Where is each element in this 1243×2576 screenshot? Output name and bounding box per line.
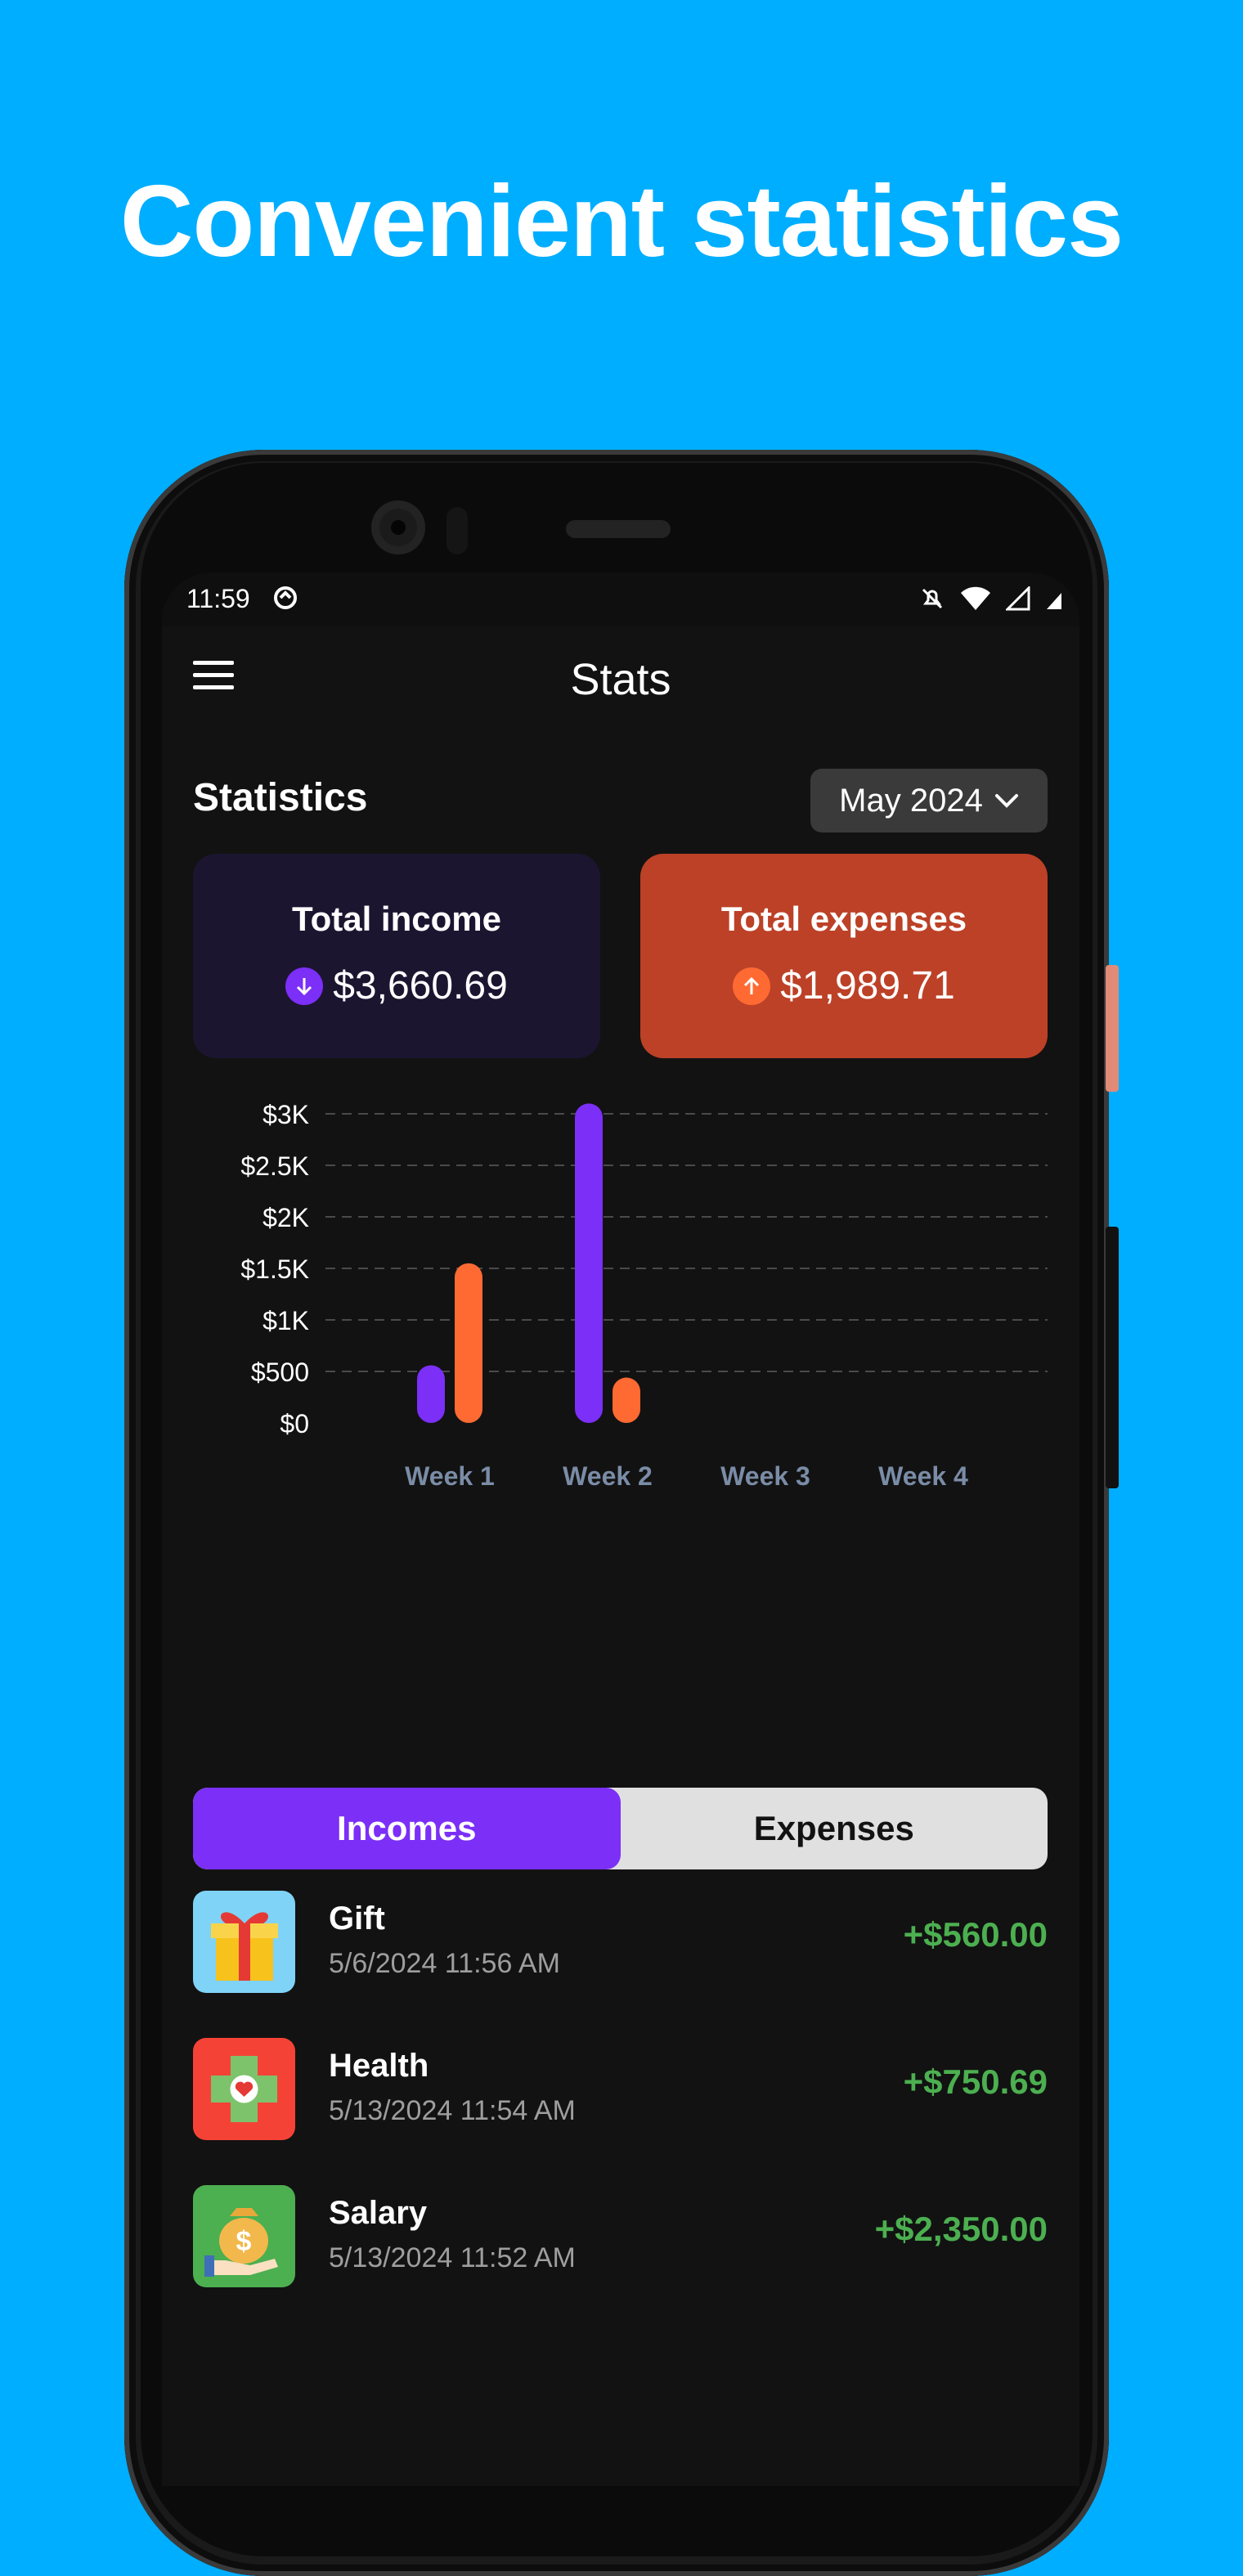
total-expenses-card: Total expenses $1,989.71 (640, 854, 1048, 1058)
y-tick-label: $1.5K (240, 1254, 309, 1284)
status-bar: 11:59 (162, 572, 1079, 626)
wifi-icon (961, 586, 990, 610)
expense-bar (613, 1377, 640, 1423)
month-selector[interactable]: May 2024 (810, 769, 1048, 832)
transaction-name: Gift (329, 1901, 385, 1936)
list-item[interactable]: Gift 5/6/2024 11:56 AM +$560.00 (193, 1891, 1048, 2038)
gift-icon (193, 1891, 295, 1993)
page-title: Stats (570, 655, 671, 704)
x-tick-label: Week 1 (405, 1461, 495, 1491)
x-tick-label: Week 4 (878, 1461, 968, 1491)
total-income-label: Total income (292, 900, 501, 938)
x-tick-label: Week 2 (563, 1461, 653, 1491)
y-tick-label: $2K (263, 1203, 309, 1232)
chevron-down-icon (994, 794, 1018, 808)
list-item[interactable]: Health 5/13/2024 11:54 AM +$750.69 (193, 2038, 1048, 2185)
expense-bar (455, 1263, 482, 1423)
x-tick-label: Week 3 (720, 1461, 810, 1491)
cellular-signal-icon (1006, 586, 1030, 611)
transaction-date: 5/13/2024 11:54 AM (329, 2095, 576, 2126)
y-tick-label: $500 (251, 1358, 309, 1387)
y-tick-label: $1K (263, 1306, 309, 1335)
y-tick-label: $0 (280, 1409, 309, 1438)
sync-icon (274, 586, 297, 609)
income-bar (575, 1103, 603, 1423)
income-bar (417, 1365, 445, 1423)
y-tick-label: $3K (263, 1100, 309, 1129)
total-expenses-label: Total expenses (720, 900, 967, 938)
weekly-bar-chart: $0 $500 $1K $1.5K $2K $2.5K $3K Week 1 Week 2 Wee… (240, 1100, 1048, 1491)
power-button (1106, 1227, 1119, 1488)
earpiece-speaker (566, 520, 671, 538)
transaction-amount: +$2,350.00 (874, 2210, 1048, 2248)
list-item[interactable]: $ Salary 5/13/2024 11:52 AM +$2,350.00 (193, 2185, 1048, 2332)
arrow-up-icon (733, 967, 771, 1005)
transaction-list: Gift 5/6/2024 11:56 AM +$560.00 Health 5… (193, 1891, 1048, 2332)
income-expense-toggle: Incomes Expenses (193, 1788, 1048, 1869)
salary-icon: $ (193, 2185, 295, 2287)
y-tick-label: $2.5K (240, 1151, 309, 1181)
statistics-heading: Statistics (193, 776, 368, 819)
front-camera (371, 500, 425, 554)
status-time: 11:59 (186, 584, 250, 613)
notifications-off-icon (922, 588, 943, 609)
transaction-name: Health (329, 2048, 429, 2084)
transaction-date: 5/13/2024 11:52 AM (329, 2242, 576, 2273)
app-screen: 11:59 Stats Statistics May 2024 Total in… (162, 572, 1079, 2486)
tab-expenses[interactable]: Expenses (621, 1788, 1048, 1869)
battery-icon (1047, 593, 1061, 609)
transaction-amount: +$750.69 (903, 2062, 1048, 2101)
month-selector-value: May 2024 (839, 782, 983, 819)
transaction-amount: +$560.00 (903, 1915, 1048, 1954)
svg-text:$: $ (236, 2226, 252, 2257)
transaction-date: 5/6/2024 11:56 AM (329, 1948, 560, 1979)
tab-incomes[interactable]: Incomes (193, 1788, 621, 1869)
proximity-sensor (446, 507, 468, 554)
app-bar: Stats (162, 626, 1079, 731)
health-icon (193, 2038, 295, 2140)
total-expenses-amount: $1,989.71 (780, 964, 955, 1008)
total-income-amount: $3,660.69 (333, 964, 508, 1008)
transaction-name: Salary (329, 2195, 428, 2231)
headline: Convenient statistics (119, 165, 1124, 278)
arrow-down-icon (285, 967, 324, 1005)
volume-button (1106, 965, 1119, 1092)
total-income-card: Total income $3,660.69 (193, 854, 600, 1058)
